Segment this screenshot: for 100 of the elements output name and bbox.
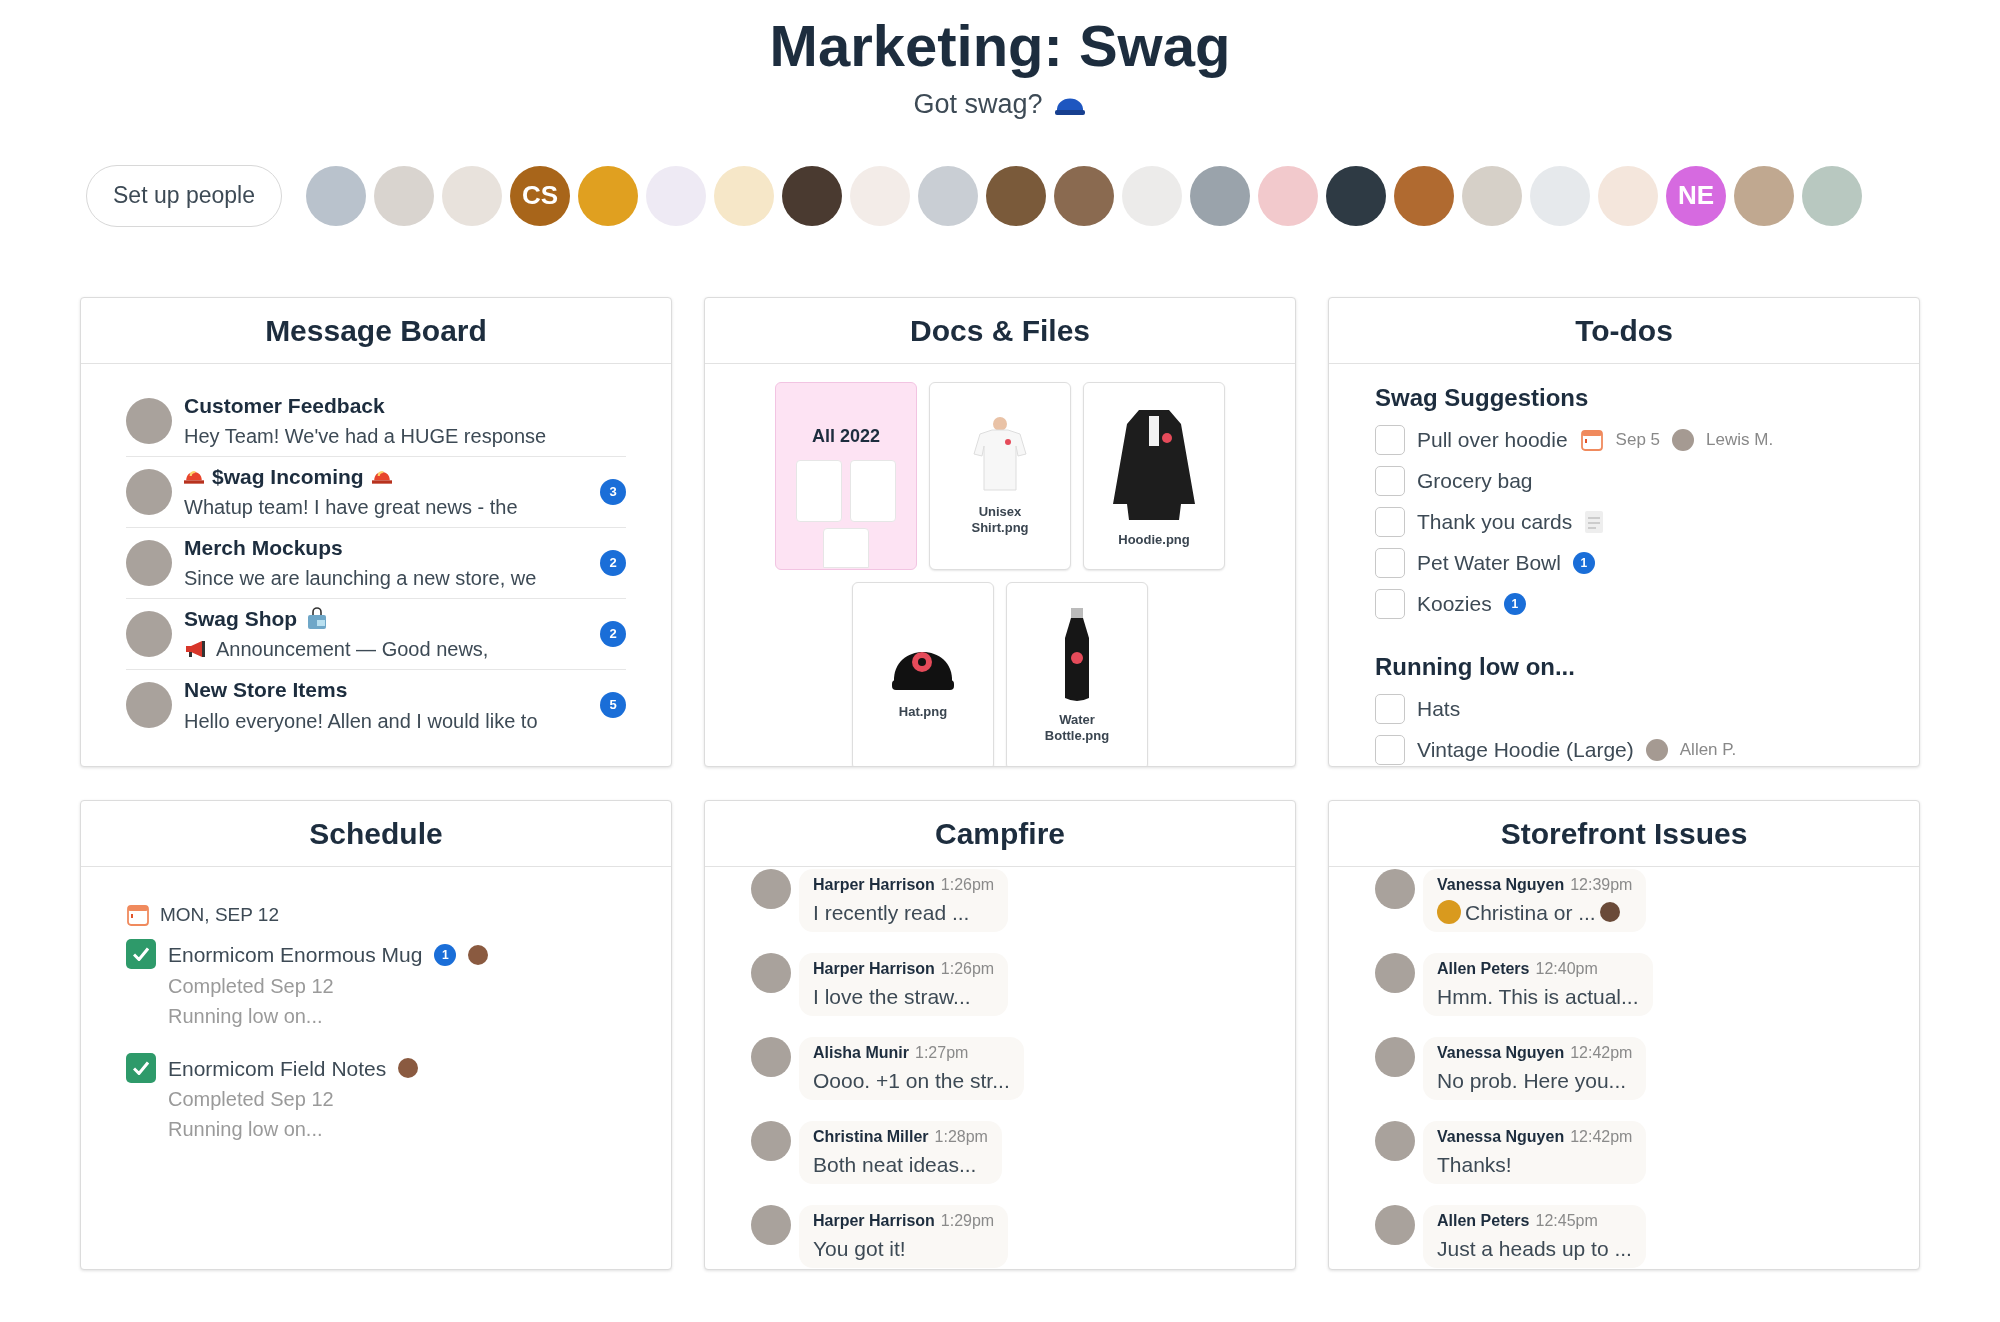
avatar	[1672, 429, 1695, 451]
card-title[interactable]: To-dos	[1575, 307, 1673, 353]
schedule-item-title[interactable]: Enormicom Field Notes	[168, 1052, 387, 1084]
checkbox[interactable]	[1375, 694, 1405, 724]
checkbox[interactable]	[1375, 466, 1405, 496]
avatar	[1375, 1204, 1415, 1245]
message-excerpt: Whatup team! I have great news - the	[184, 495, 518, 521]
card-title[interactable]: Schedule	[309, 810, 443, 856]
message-excerpt: Announcement — Good news,	[216, 637, 489, 663]
file-thumbnail	[796, 459, 842, 522]
file-card[interactable]: Hoodie.png	[1083, 381, 1225, 570]
message-excerpt: Hey Team! We've had a HUGE response	[184, 424, 547, 450]
chat-author: Vanessa Nguyen	[1437, 1126, 1565, 1147]
file-card[interactable]: Water Bottle.png	[1006, 581, 1148, 766]
chat-time: 1:27pm	[915, 1042, 969, 1063]
chat-text: Just a heads up to ...	[1437, 1235, 1632, 1262]
set-up-people-button[interactable]: Set up people	[86, 164, 282, 227]
project-title: Marketing: Swag	[769, 12, 1231, 80]
avatar	[1375, 868, 1415, 909]
assignee-name: Lewis M.	[1706, 429, 1774, 452]
chat-time: 1:29pm	[940, 1210, 995, 1231]
schedule-date: MON, SEP 12	[160, 902, 279, 927]
avatar	[751, 868, 791, 909]
checkbox[interactable]	[1375, 507, 1405, 537]
avatar	[126, 682, 172, 728]
todo-text[interactable]: Thank you cards	[1417, 506, 1573, 538]
message-title[interactable]: $wag Incoming	[212, 460, 364, 493]
checkbox[interactable]	[1375, 425, 1405, 455]
avatar	[126, 539, 172, 586]
mention-avatar	[1599, 902, 1620, 923]
card-title[interactable]: Campfire	[934, 810, 1065, 856]
chat-time: 1:28pm	[934, 1126, 988, 1147]
chat-time: 1:26pm	[940, 874, 995, 895]
avatar	[751, 1120, 791, 1161]
chat-time: 12:42pm	[1570, 1042, 1633, 1063]
checkbox[interactable]	[1375, 589, 1405, 619]
chat-text: Thanks!	[1437, 1151, 1512, 1178]
card-title[interactable]: Docs & Files	[909, 307, 1091, 353]
todo-text[interactable]: Hats	[1417, 693, 1461, 725]
count-badge: 3	[600, 478, 626, 505]
file-name: Unisex Shirt.png	[970, 503, 1030, 536]
message-title[interactable]: Customer Feedback	[184, 389, 385, 422]
checkbox[interactable]	[126, 939, 156, 969]
chat-author: Alisha Munir	[813, 1042, 909, 1063]
chat-text: You got it!	[813, 1235, 906, 1262]
count-badge: 1	[1503, 593, 1526, 615]
calendar-icon	[1579, 428, 1604, 452]
chat-time: 12:42pm	[1570, 1126, 1633, 1147]
chat-text: Both neat ideas...	[813, 1151, 977, 1178]
file-card[interactable]: Unisex Shirt.png	[929, 381, 1071, 570]
chat-text: Christina or ...	[1465, 899, 1596, 926]
file-card[interactable]: Hat.png	[852, 581, 994, 766]
avatar	[1645, 739, 1668, 761]
project-description: Got swag?	[913, 88, 1043, 121]
todo-text[interactable]: Grocery bag	[1417, 465, 1533, 497]
message-title[interactable]: Swag Shop	[184, 602, 298, 635]
chat-time: 12:39pm	[1570, 874, 1633, 895]
completion-status: Completed Sep 12	[168, 973, 335, 999]
count-badge: 1	[434, 943, 457, 966]
card-title[interactable]: Message Board	[265, 307, 487, 353]
siren-icon	[371, 469, 392, 484]
completion-status: Completed Sep 12	[168, 1087, 335, 1112]
calendar-icon	[126, 902, 150, 927]
avatar	[126, 397, 172, 444]
due-date: Sep 5	[1615, 429, 1661, 452]
schedule-item-title[interactable]: Enormicom Enormous Mug	[168, 939, 423, 971]
chat-time: 12:40pm	[1535, 958, 1598, 979]
siren-icon	[184, 469, 204, 484]
avatar	[1375, 1036, 1415, 1077]
todo-text[interactable]: Koozies	[1417, 588, 1492, 620]
chat-author: Harper Harrison	[813, 958, 935, 979]
todo-text[interactable]: Pull over hoodie	[1417, 424, 1568, 456]
todo-list-title[interactable]: Running low on...	[1375, 648, 1873, 685]
checkmark-icon	[133, 1060, 149, 1075]
chat-text: Hmm. This is actual...	[1437, 983, 1639, 1010]
chat-author: Vanessa Nguyen	[1437, 1042, 1565, 1063]
avatar	[751, 1204, 791, 1245]
card-title[interactable]: Storefront Issues	[1500, 810, 1748, 856]
chat-text: I recently read ...	[813, 899, 970, 926]
checkbox[interactable]	[1375, 735, 1405, 765]
chat-author: Allen Peters	[1437, 1210, 1530, 1231]
avatar	[1375, 952, 1415, 993]
message-title[interactable]: Merch Mockups	[184, 531, 343, 564]
chat-author: Harper Harrison	[813, 1210, 935, 1231]
chat-author: Christina Miller	[813, 1126, 929, 1147]
chat-text: No prob. Here you...	[1437, 1067, 1627, 1094]
avatar	[126, 610, 172, 657]
file-name: Water Bottle.png	[1043, 711, 1111, 744]
todo-text[interactable]: Pet Water Bowl	[1417, 547, 1561, 579]
file-thumbnail	[823, 527, 869, 568]
todo-text[interactable]: Vintage Hoodie (Large)	[1417, 734, 1634, 766]
checkbox[interactable]	[1375, 548, 1405, 578]
person-avatar[interactable]: CS	[509, 165, 570, 226]
folder-name: All 2022	[811, 424, 880, 448]
todo-list-title[interactable]: Swag Suggestions	[1375, 379, 1873, 416]
chat-text: I love the straw...	[813, 983, 971, 1010]
message-excerpt: Since we are launching a new store, we	[184, 566, 537, 592]
checkbox[interactable]	[126, 1052, 156, 1083]
message-title[interactable]: New Store Items	[184, 674, 348, 706]
folder-card[interactable]: All 2022	[775, 381, 917, 570]
